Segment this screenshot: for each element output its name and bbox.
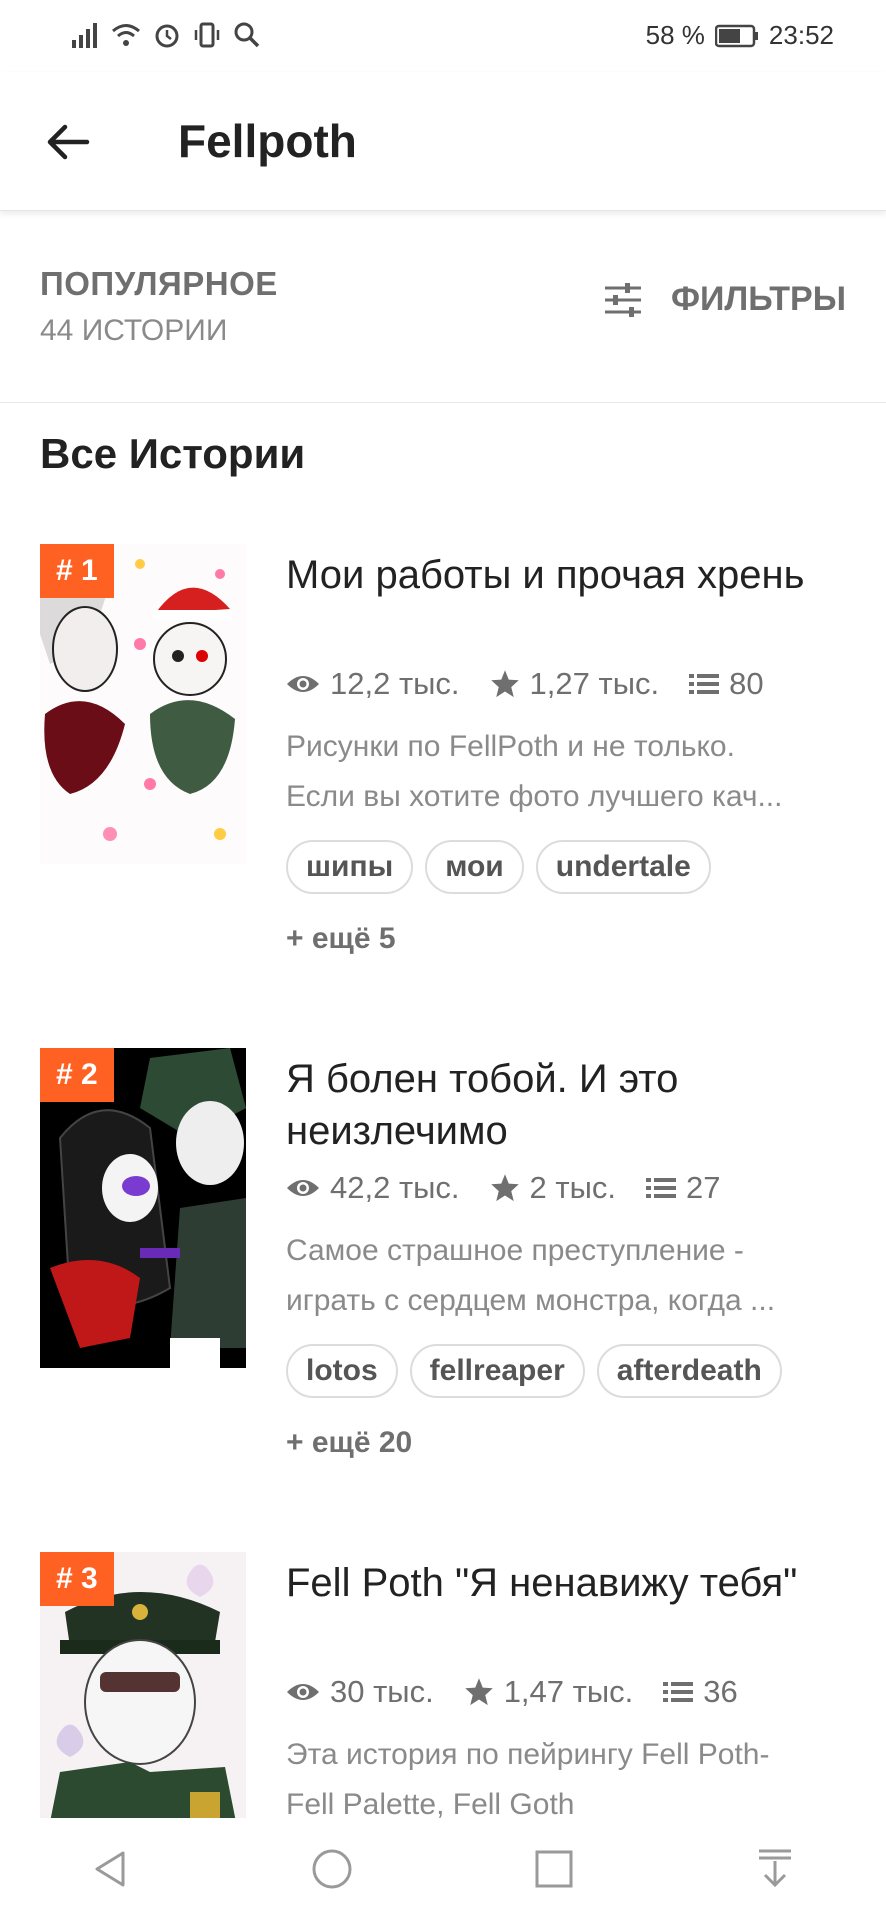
signal-icon bbox=[72, 23, 97, 48]
reads-count: 30 тыс. bbox=[330, 1674, 434, 1709]
star-icon bbox=[490, 670, 519, 698]
reads-count: 12,2 тыс. bbox=[330, 666, 460, 701]
filter-sliders-icon bbox=[604, 282, 641, 317]
description-line: Эта история по пейрингу Fell Poth- bbox=[286, 1738, 770, 1771]
story-stats: 42,2 тыс. 2 тыс. 27 bbox=[286, 1170, 720, 1206]
story-stats: 30 тыс. 1,47 тыс. 36 bbox=[286, 1674, 738, 1710]
story-card[interactable]: # 3 Fell Poth "Я ненавижу тебя" 30 тыс. … bbox=[0, 1512, 886, 1818]
list-icon bbox=[663, 1682, 694, 1702]
filter-button[interactable]: ФИЛЬТРЫ bbox=[603, 280, 846, 319]
story-cover[interactable]: # 3 bbox=[40, 1552, 246, 1818]
back-button[interactable] bbox=[38, 116, 98, 168]
story-description: Эта история по пейрингу Fell Poth- Fell … bbox=[286, 1730, 846, 1818]
battery-percent: 58 % bbox=[645, 20, 705, 50]
description-line: Рисунки по FellPoth и не только. bbox=[286, 730, 735, 763]
system-nav-bar bbox=[0, 1818, 886, 1920]
section-header: Все Истории bbox=[0, 402, 886, 505]
sort-section: ПОПУЛЯРНОЕ 44 ИСТОРИИ ФИЛЬТРЫ bbox=[0, 210, 886, 403]
votes-stat: 1,27 тыс. bbox=[490, 666, 660, 702]
battery-icon bbox=[714, 24, 758, 47]
parts-count: 80 bbox=[729, 666, 764, 701]
story-cover[interactable]: # 2 bbox=[40, 1048, 246, 1368]
parts-stat: 80 bbox=[689, 666, 764, 702]
reads-stat: 42,2 тыс. bbox=[286, 1170, 460, 1206]
reads-count: 42,2 тыс. bbox=[330, 1170, 460, 1205]
story-card[interactable]: # 2 Я болен тобой. И это неизлечимо 42,2… bbox=[0, 1008, 886, 1513]
story-count: 44 ИСТОРИИ bbox=[40, 314, 228, 347]
parts-count: 36 bbox=[703, 1674, 738, 1709]
sort-label[interactable]: ПОПУЛЯРНОЕ bbox=[40, 265, 278, 303]
app-bar: Fellpoth bbox=[0, 72, 886, 211]
story-description: Самое страшное преступление - играть с с… bbox=[286, 1226, 846, 1326]
story-card[interactable]: # 1 Мои работы и прочая хрень 12,2 тыс. … bbox=[0, 504, 886, 1009]
status-bar: 58 % 23:52 bbox=[0, 0, 886, 72]
list-icon bbox=[646, 1178, 676, 1198]
filter-label: ФИЛЬТРЫ bbox=[670, 280, 846, 318]
nav-home-icon[interactable] bbox=[310, 1847, 354, 1891]
parts-stat: 36 bbox=[663, 1674, 738, 1710]
votes-stat: 1,47 тыс. bbox=[464, 1674, 634, 1710]
reads-stat: 30 тыс. bbox=[286, 1674, 434, 1710]
eye-icon bbox=[287, 1180, 319, 1196]
more-tags-link[interactable]: + ещё 5 bbox=[286, 922, 396, 956]
list-icon bbox=[689, 674, 720, 694]
tag-list: lotos fellreaper afterdeath bbox=[286, 1344, 782, 1398]
section-title: Все Истории bbox=[40, 430, 306, 477]
star-icon bbox=[464, 1678, 493, 1706]
rank-badge: # 1 bbox=[40, 544, 114, 598]
page-title: Fellpoth bbox=[178, 115, 357, 167]
story-description: Рисунки по FellPoth и не только. Если вы… bbox=[286, 722, 846, 822]
votes-count: 1,27 тыс. bbox=[529, 666, 660, 701]
nav-back-icon[interactable] bbox=[89, 1847, 133, 1891]
alarm-icon bbox=[155, 24, 179, 48]
votes-count: 2 тыс. bbox=[529, 1170, 616, 1205]
story-stats: 12,2 тыс. 1,27 тыс. 80 bbox=[286, 666, 764, 702]
star-icon bbox=[490, 1174, 519, 1202]
tag-chip[interactable]: lotos bbox=[286, 1344, 398, 1398]
tag-chip[interactable]: fellreaper bbox=[409, 1344, 585, 1398]
tag-chip[interactable]: шипы bbox=[286, 840, 414, 894]
status-icons bbox=[70, 20, 262, 50]
votes-count: 1,47 тыс. bbox=[503, 1674, 634, 1709]
rank-badge: # 2 bbox=[40, 1048, 114, 1102]
vibrate-icon bbox=[194, 22, 220, 48]
tag-list: шипы мои undertale bbox=[286, 840, 711, 894]
search-icon bbox=[234, 22, 260, 48]
more-tags-link[interactable]: + ещё 20 bbox=[286, 1426, 412, 1460]
status-right: 58 % 23:52 bbox=[646, 20, 834, 51]
description-line: Самое страшное преступление - bbox=[286, 1234, 744, 1267]
arrow-back-icon bbox=[47, 124, 90, 160]
parts-stat: 27 bbox=[646, 1170, 720, 1206]
rank-badge: # 3 bbox=[40, 1552, 114, 1606]
description-line: Если вы хотите фото лучшего кач... bbox=[286, 780, 783, 813]
clock: 23:52 bbox=[768, 20, 834, 50]
eye-icon bbox=[287, 676, 319, 692]
nav-recents-icon[interactable] bbox=[532, 1847, 576, 1891]
description-line: играть с сердцем монстра, когда ... bbox=[286, 1284, 776, 1317]
nav-notifications-icon[interactable] bbox=[753, 1847, 797, 1891]
description-line: Fell Palette, Fell Goth bbox=[286, 1788, 575, 1818]
tag-chip[interactable]: мои bbox=[425, 840, 524, 894]
wifi-icon bbox=[112, 24, 140, 46]
reads-stat: 12,2 тыс. bbox=[286, 666, 460, 702]
story-title[interactable]: Мои работы и прочая хрень bbox=[286, 549, 856, 601]
tag-chip[interactable]: undertale bbox=[535, 840, 711, 894]
story-cover[interactable]: # 1 bbox=[40, 544, 246, 864]
tag-chip[interactable]: afterdeath bbox=[596, 1344, 782, 1398]
story-title[interactable]: Fell Poth "Я ненавижу тебя" bbox=[286, 1557, 856, 1609]
parts-count: 27 bbox=[686, 1170, 721, 1205]
story-title[interactable]: Я болен тобой. И это неизлечимо bbox=[286, 1053, 856, 1157]
votes-stat: 2 тыс. bbox=[490, 1170, 616, 1206]
eye-icon bbox=[287, 1684, 319, 1700]
